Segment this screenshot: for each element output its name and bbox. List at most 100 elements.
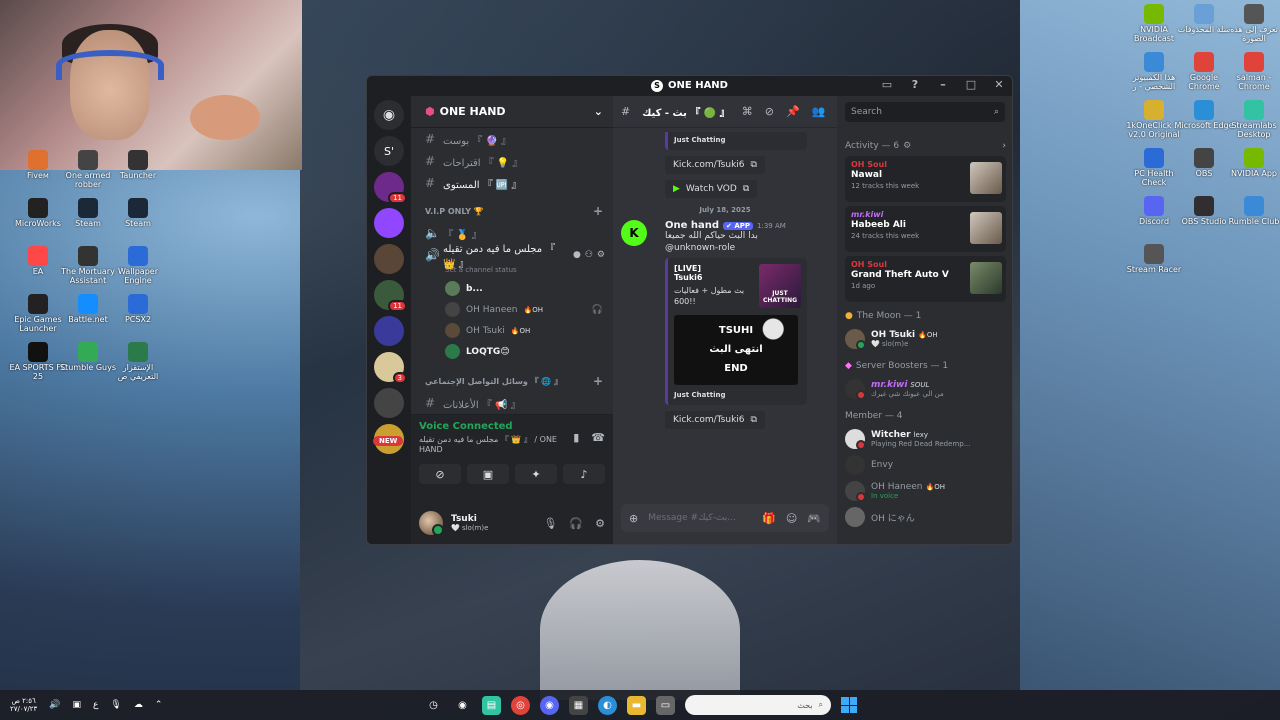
- activity-header[interactable]: Activity — 6 ⚙ ›: [845, 136, 1006, 156]
- gift-icon[interactable]: 🎁: [762, 512, 776, 525]
- kick-link-button[interactable]: Kick.com/Tsuki6 ⧉: [665, 411, 765, 430]
- window-titlebar[interactable]: S ONE HAND ▭ ? – □ ✕: [367, 76, 1012, 95]
- desktop-icon[interactable]: NVIDIA App: [1224, 148, 1280, 179]
- member-item[interactable]: Witcher lexy Playing Red Dead Redemp...: [845, 426, 1006, 452]
- invite-icon[interactable]: ⚇: [585, 250, 593, 260]
- server-icon[interactable]: [374, 208, 404, 238]
- add-attachment-icon[interactable]: ⊕: [629, 512, 638, 525]
- onedrive-icon[interactable]: ☁: [134, 700, 143, 710]
- desktop-icon[interactable]: Steam: [108, 198, 168, 229]
- activity-card[interactable]: OH Soul Nawal 12 tracks this week: [845, 156, 1006, 202]
- voice-channel-path[interactable]: مجلس ما فيه دمن تقيله 『 👑 』 / ONE HAND: [419, 434, 573, 454]
- streamlabs-icon[interactable]: ▤: [482, 695, 501, 715]
- new-badge[interactable]: NEW: [373, 436, 404, 446]
- text-channel[interactable]: # اقتراحات 『 💡 』: [411, 150, 613, 172]
- chrome-icon[interactable]: ◎: [511, 695, 530, 715]
- search-input[interactable]: Search ⌕: [845, 102, 1005, 122]
- voice-channel[interactable]: 🔊 مجلس ما فيه دمن تقيله 『 👑 』 ● ⚇ ⚙: [411, 244, 613, 270]
- edge-icon[interactable]: ◐: [598, 695, 617, 715]
- headphones-icon[interactable]: 🎧: [569, 517, 583, 530]
- gamepad-icon[interactable]: 🎮: [807, 512, 821, 525]
- mic-icon[interactable]: 🎙: [110, 700, 121, 710]
- file-explorer-icon[interactable]: ▬: [627, 695, 646, 715]
- minimize-button[interactable]: –: [936, 78, 950, 91]
- activity-card[interactable]: OH Soul Grand Theft Auto V 1d ago: [845, 256, 1006, 302]
- desktop-icon[interactable]: PCSX2: [108, 294, 168, 325]
- watch-vod-button[interactable]: ▶ Watch VOD ⧉: [665, 180, 758, 198]
- add-channel-icon[interactable]: +: [593, 204, 603, 218]
- bot-avatar[interactable]: K: [621, 220, 647, 246]
- language-indicator[interactable]: ع: [93, 700, 98, 710]
- chevron-right-icon[interactable]: ›: [1002, 141, 1006, 151]
- camera-off-icon[interactable]: ⊘: [419, 464, 461, 484]
- inbox-icon[interactable]: ▭: [880, 78, 894, 91]
- clock[interactable]: ٢:٥٦ ص ٢٧/٠٧/٢٣: [10, 697, 37, 714]
- gear-icon[interactable]: ⚙: [597, 250, 605, 260]
- embed-image[interactable]: TSUHI انتهى البث END: [674, 315, 798, 386]
- voice-connected-label[interactable]: Voice Connected: [419, 421, 573, 432]
- activity-icon[interactable]: ✦: [515, 464, 557, 484]
- text-channel[interactable]: # المستوى 『 🆙 』: [411, 172, 613, 194]
- threads-icon[interactable]: ⌘: [742, 105, 753, 118]
- activity-card[interactable]: mr.kiwi Habeeb Ali 24 tracks this week: [845, 206, 1006, 252]
- screen-share-icon[interactable]: ▣: [467, 464, 509, 484]
- message-author[interactable]: One hand: [665, 220, 719, 231]
- chat-icon[interactable]: ●: [573, 250, 581, 260]
- desktop-icon[interactable]: Rumble Club: [1224, 196, 1280, 227]
- close-button[interactable]: ✕: [992, 78, 1006, 91]
- kick-link-button[interactable]: Kick.com/Tsuki6 ⧉: [665, 156, 765, 174]
- desktop-icon[interactable]: الإستقرار التعريفي ص: [108, 342, 168, 382]
- soundboard-icon[interactable]: ♪: [563, 464, 605, 484]
- server-icon[interactable]: 11: [374, 172, 407, 204]
- discord-home-icon[interactable]: ◉: [374, 100, 404, 130]
- avatar[interactable]: [419, 511, 444, 536]
- desktop-icon[interactable]: Streamlabs Desktop: [1224, 100, 1280, 140]
- desktop-icon[interactable]: Wallpaper Engine: [108, 246, 168, 286]
- member-item[interactable]: mr.kiwi SOUL من الي عيونك شي غيرك: [845, 376, 1006, 402]
- voice-user[interactable]: b...: [411, 278, 613, 299]
- store-icon[interactable]: ▦: [569, 695, 588, 715]
- gear-icon[interactable]: ⚙: [595, 517, 605, 530]
- chevron-up-icon[interactable]: ⌃: [155, 700, 163, 710]
- message-input[interactable]: Message #بث-كيك...: [648, 513, 752, 523]
- voice-user[interactable]: OH Tsuki 🔥OH: [411, 320, 613, 341]
- taskbar-search[interactable]: بحث ⌕: [685, 695, 831, 715]
- category-social[interactable]: وسائل التواصل الإجتماعي 『 🌐 』 +: [411, 370, 613, 392]
- emoji-icon[interactable]: ☺: [786, 512, 797, 525]
- server-icon[interactable]: 11: [374, 280, 407, 312]
- disconnect-icon[interactable]: ☎: [591, 431, 605, 444]
- pin-icon[interactable]: 📌: [786, 105, 800, 118]
- server-icon[interactable]: [374, 244, 404, 274]
- voice-user[interactable]: OH Haneen 🔥OH 🎧: [411, 299, 613, 320]
- text-channel[interactable]: # الأعلانات 『 📢 』: [411, 392, 613, 414]
- obs-icon[interactable]: ◉: [453, 696, 472, 715]
- member-item[interactable]: OH Haneen 🔥OH In voice: [845, 478, 1006, 504]
- signal-icon[interactable]: ▮: [573, 431, 579, 444]
- network-icon[interactable]: ▣: [73, 700, 82, 710]
- mute-icon[interactable]: ⊘: [765, 105, 774, 118]
- guild-header[interactable]: ⬢ ONE HAND ⌄: [411, 96, 613, 128]
- help-icon[interactable]: ?: [908, 78, 922, 91]
- member-item[interactable]: Envy: [845, 452, 1006, 478]
- desktop-icon[interactable]: salman - Chrome: [1224, 52, 1280, 92]
- message-list[interactable]: Just Chatting Kick.com/Tsuki6 ⧉ ▶ Watch VO…: [613, 128, 837, 492]
- discord-icon[interactable]: ◉: [540, 695, 559, 715]
- server-icon[interactable]: 3: [374, 352, 407, 384]
- embed-thumbnail[interactable]: JUST CHATTING: [759, 264, 801, 309]
- text-channel[interactable]: # بوست 『 🔮 』: [411, 128, 613, 150]
- desktop-icon[interactable]: تعرف إلى هذه الصورة: [1224, 4, 1280, 44]
- members-icon[interactable]: 👥: [812, 105, 826, 118]
- mic-icon[interactable]: 🎙: [543, 517, 557, 530]
- windows-start-icon[interactable]: [841, 697, 857, 713]
- message-composer[interactable]: ⊕ Message #بث-كيك... 🎁 ☺ 🎮: [621, 504, 829, 532]
- desktop-icon[interactable]: Stream Racer: [1124, 244, 1184, 275]
- discord-window[interactable]: S ONE HAND ▭ ? – □ ✕ ◉ S' 11 11 3 NEW ⬢ ONE …: [366, 75, 1013, 545]
- server-icon[interactable]: S': [374, 136, 404, 166]
- task-view-icon[interactable]: ▭: [656, 695, 675, 715]
- add-channel-icon[interactable]: +: [593, 374, 603, 388]
- server-icon[interactable]: [374, 316, 404, 346]
- server-icon[interactable]: [374, 388, 404, 418]
- member-item[interactable]: OH にゃん: [845, 504, 1006, 530]
- clock-app-icon[interactable]: ◷: [424, 696, 443, 715]
- voice-user[interactable]: LOQTG😊: [411, 341, 613, 362]
